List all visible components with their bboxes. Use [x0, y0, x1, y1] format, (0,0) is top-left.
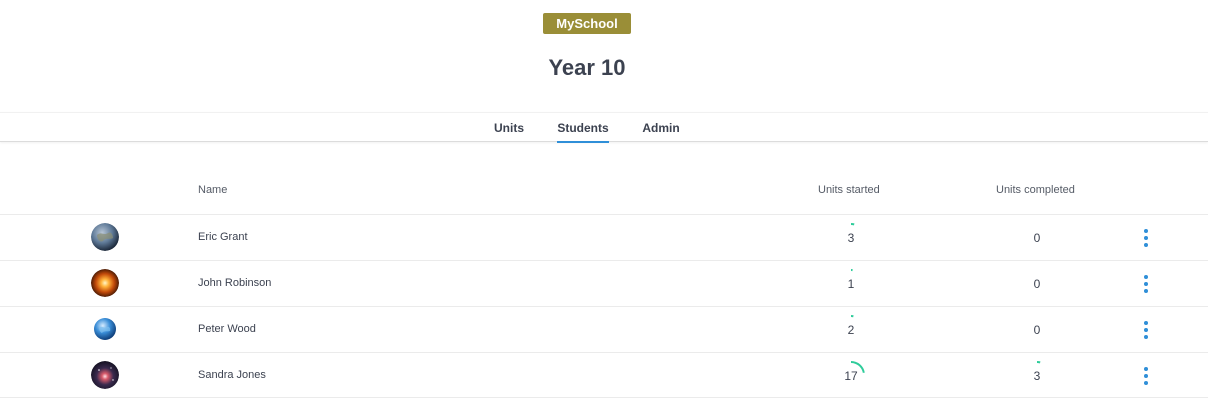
- units-started-value: 1: [847, 277, 855, 291]
- units-started-value: 2: [847, 323, 855, 337]
- column-header-units-started[interactable]: Units started: [818, 184, 880, 196]
- page-title: Year 10: [548, 55, 626, 80]
- dot-icon: [1144, 282, 1148, 286]
- earth-avatar: [91, 223, 119, 251]
- dot-icon: [1144, 236, 1148, 240]
- sun-avatar: [91, 269, 119, 297]
- tab-units[interactable]: Units: [486, 113, 532, 142]
- student-name[interactable]: Eric Grant: [198, 231, 248, 243]
- units-completed-value: 0: [1033, 231, 1041, 245]
- galaxy-avatar: [91, 361, 119, 389]
- units-completed-cell: 0: [1017, 315, 1057, 345]
- dot-icon: [1144, 367, 1148, 371]
- units-started-cell: 3: [831, 223, 871, 253]
- units-completed-value: 0: [1033, 323, 1041, 337]
- more-options-button[interactable]: [1138, 273, 1154, 295]
- school-badge[interactable]: MySchool: [543, 13, 631, 34]
- units-started-value: 17: [844, 369, 858, 383]
- units-completed-cell: 0: [1017, 223, 1057, 253]
- more-options-button[interactable]: [1138, 365, 1154, 387]
- student-name[interactable]: Peter Wood: [198, 323, 256, 335]
- column-header-units-completed[interactable]: Units completed: [996, 184, 1075, 196]
- dot-icon: [1144, 229, 1148, 233]
- tab-bar: Units Students Admin: [0, 112, 1208, 143]
- dot-icon: [1144, 275, 1148, 279]
- more-options-button[interactable]: [1138, 227, 1154, 249]
- units-started-value: 3: [847, 231, 855, 245]
- more-options-button[interactable]: [1138, 319, 1154, 341]
- tab-students[interactable]: Students: [557, 113, 609, 143]
- dot-icon: [1144, 289, 1148, 293]
- units-completed-cell: 0: [1017, 269, 1057, 299]
- student-name[interactable]: Sandra Jones: [198, 369, 266, 381]
- dot-icon: [1144, 381, 1148, 385]
- dot-icon: [1144, 243, 1148, 247]
- dot-icon: [1144, 321, 1148, 325]
- dot-icon: [1144, 335, 1148, 339]
- table-row[interactable]: John Robinson 1 0: [0, 260, 1208, 306]
- table-row[interactable]: Eric Grant 3 0: [0, 214, 1208, 260]
- column-header-name[interactable]: Name: [198, 184, 227, 196]
- units-started-cell: 1: [831, 269, 871, 299]
- table-row[interactable]: Sandra Jones 17 3: [0, 352, 1208, 398]
- dot-icon: [1144, 328, 1148, 332]
- dot-icon: [1144, 374, 1148, 378]
- globe-avatar: [94, 318, 116, 340]
- units-completed-value: 0: [1033, 277, 1041, 291]
- table-row[interactable]: Peter Wood 2 0: [0, 306, 1208, 352]
- units-started-cell: 2: [831, 315, 871, 345]
- tab-admin[interactable]: Admin: [635, 113, 687, 142]
- units-completed-cell: 3: [1017, 361, 1057, 391]
- units-started-cell: 17: [831, 361, 871, 391]
- student-name[interactable]: John Robinson: [198, 277, 271, 289]
- units-completed-value: 3: [1033, 369, 1041, 383]
